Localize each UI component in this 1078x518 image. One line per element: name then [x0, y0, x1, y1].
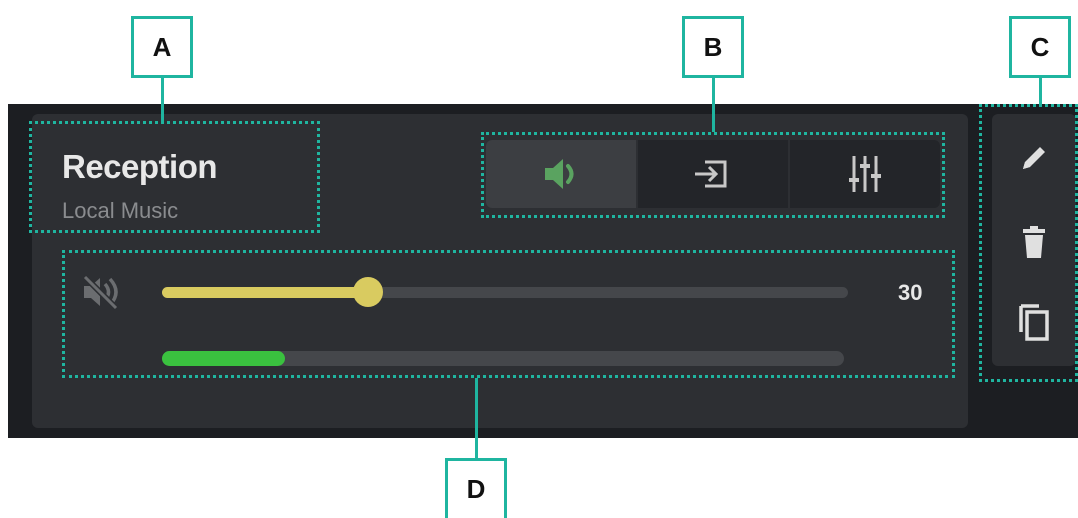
callout-b-label: B — [682, 16, 744, 78]
callout-c-label: C — [1009, 16, 1071, 78]
callout-d-leader — [475, 378, 478, 458]
callout-a-frame — [29, 121, 320, 233]
callout-c-frame — [979, 104, 1078, 382]
callout-d-frame — [62, 250, 955, 378]
callout-b-leader — [712, 75, 715, 132]
callout-d-label: D — [445, 458, 507, 518]
callout-a-label: A — [131, 16, 193, 78]
callout-c-leader — [1039, 75, 1042, 104]
callout-a-leader — [161, 75, 164, 121]
callout-b-frame — [481, 132, 945, 218]
